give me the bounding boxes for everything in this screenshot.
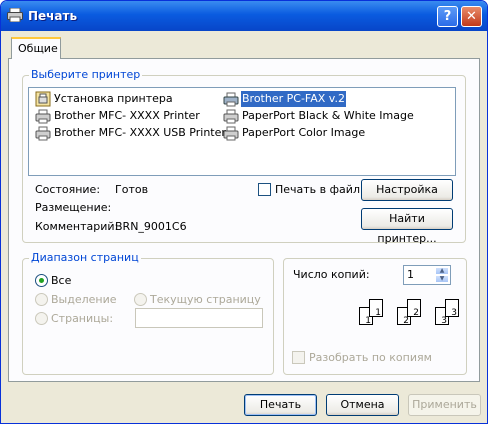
- collate-preview: 1 1 2 2 3 3: [359, 297, 463, 337]
- printer-list[interactable]: Установка принтера Brother MFC- XXXX Pri…: [28, 87, 456, 176]
- print-button[interactable]: Печать: [244, 394, 317, 416]
- help-button[interactable]: ?: [437, 6, 458, 27]
- print-dialog: Печать ? ✕ Общие Выберите принтер Устано…: [0, 0, 488, 424]
- tab-general[interactable]: Общие: [11, 37, 61, 59]
- copies-stepper[interactable]: 1 ▲ ▼: [403, 265, 451, 285]
- all-pages-radio[interactable]: [35, 274, 48, 287]
- collate-page: 1: [369, 299, 383, 318]
- comment-label: Комментарий:: [35, 220, 119, 233]
- comment-value: BRN_9001C6: [115, 220, 187, 233]
- selection-label[interactable]: Выделение: [51, 293, 117, 306]
- print-to-file-label[interactable]: Печать в файл: [275, 183, 360, 196]
- printer-name: Brother MFC- XXXX USB Printer: [54, 126, 226, 139]
- printer-icon: [223, 126, 239, 141]
- print-to-file-checkbox[interactable]: [258, 183, 271, 196]
- printer-icon: [223, 109, 239, 124]
- status-value: Готов: [115, 183, 149, 196]
- printer-name: PaperPort Black & White Image: [242, 109, 414, 122]
- cancel-button[interactable]: Отмена: [326, 394, 399, 416]
- fax-printer-icon: [223, 92, 239, 107]
- title-bar[interactable]: Печать ? ✕: [1, 1, 487, 31]
- printer-icon: [35, 109, 51, 124]
- printer-icon: [7, 8, 23, 22]
- current-page-radio[interactable]: [134, 293, 147, 306]
- printer-name: Brother PC-FAX v.2: [241, 91, 346, 107]
- collate-label[interactable]: Разобрать по копиям: [309, 351, 432, 364]
- collate-checkbox[interactable]: [292, 351, 305, 364]
- window-title: Печать: [28, 9, 78, 23]
- pages-input[interactable]: [135, 308, 263, 328]
- printer-name: PaperPort Color Image: [242, 126, 366, 139]
- status-label: Состояние:: [35, 183, 101, 196]
- location-label: Размещение:: [35, 201, 112, 214]
- selection-radio[interactable]: [35, 293, 48, 306]
- pages-radio[interactable]: [35, 312, 48, 325]
- spin-up-icon[interactable]: ▲: [435, 267, 449, 275]
- find-printer-button[interactable]: Найти принтер...: [361, 208, 453, 245]
- current-page-label[interactable]: Текущую страницу: [150, 293, 261, 306]
- copies-count-label: Число копий:: [293, 268, 370, 281]
- close-button[interactable]: ✕: [461, 6, 482, 27]
- tab-general-label: Общие: [18, 42, 58, 55]
- settings-button[interactable]: Настройка: [361, 179, 453, 201]
- add-printer-icon: [35, 91, 51, 107]
- pages-label[interactable]: Страницы:: [51, 312, 113, 325]
- spin-down-icon[interactable]: ▼: [435, 275, 449, 283]
- select-printer-group-title: Выберите принтер: [29, 68, 143, 81]
- copies-count-value: 1: [407, 268, 414, 281]
- apply-button[interactable]: Применить: [408, 394, 481, 416]
- all-pages-label[interactable]: Все: [51, 274, 71, 287]
- printer-name: Установка принтера: [54, 92, 173, 105]
- page-range-group-title: Диапазон страниц: [29, 251, 141, 264]
- collate-page: 2: [407, 299, 421, 318]
- printer-name: Brother MFC- XXXX Printer: [54, 109, 200, 122]
- printer-icon: [35, 126, 51, 141]
- collate-page: 3: [445, 299, 459, 318]
